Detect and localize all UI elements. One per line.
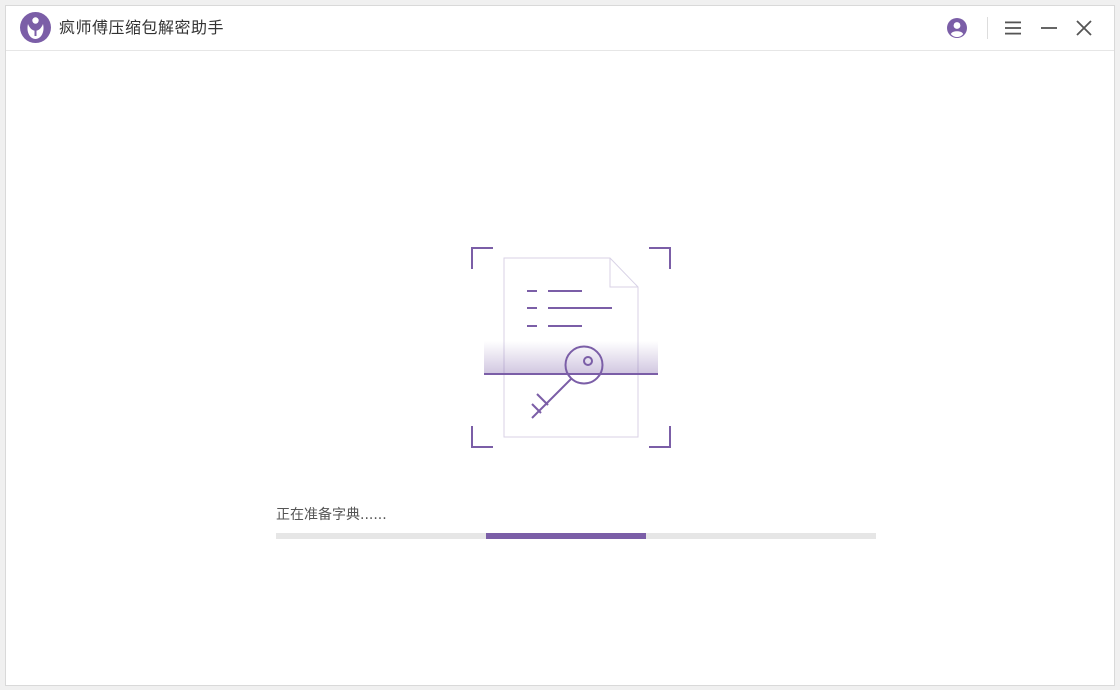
hamburger-menu-icon [1005,21,1021,35]
app-title: 疯师傅压缩包解密助手 [59,18,225,37]
app-window: 疯师傅压缩包解密助手 正在准备字典...... [5,5,1115,686]
menu-button[interactable] [999,14,1027,42]
app-logo-icon [20,12,51,43]
user-account-button[interactable] [943,14,971,42]
close-button[interactable] [1070,14,1098,42]
minimize-icon [1041,27,1057,29]
progress-bar-fill [486,533,647,539]
title-bar[interactable]: 疯师傅压缩包解密助手 [6,6,1114,51]
user-icon [947,18,967,38]
status-text: 正在准备字典...... [276,507,387,523]
document-key-scan-icon [471,247,671,448]
progress-bar [276,533,876,539]
close-icon [1076,20,1092,36]
minimize-button[interactable] [1035,14,1063,42]
titlebar-divider [987,17,988,39]
